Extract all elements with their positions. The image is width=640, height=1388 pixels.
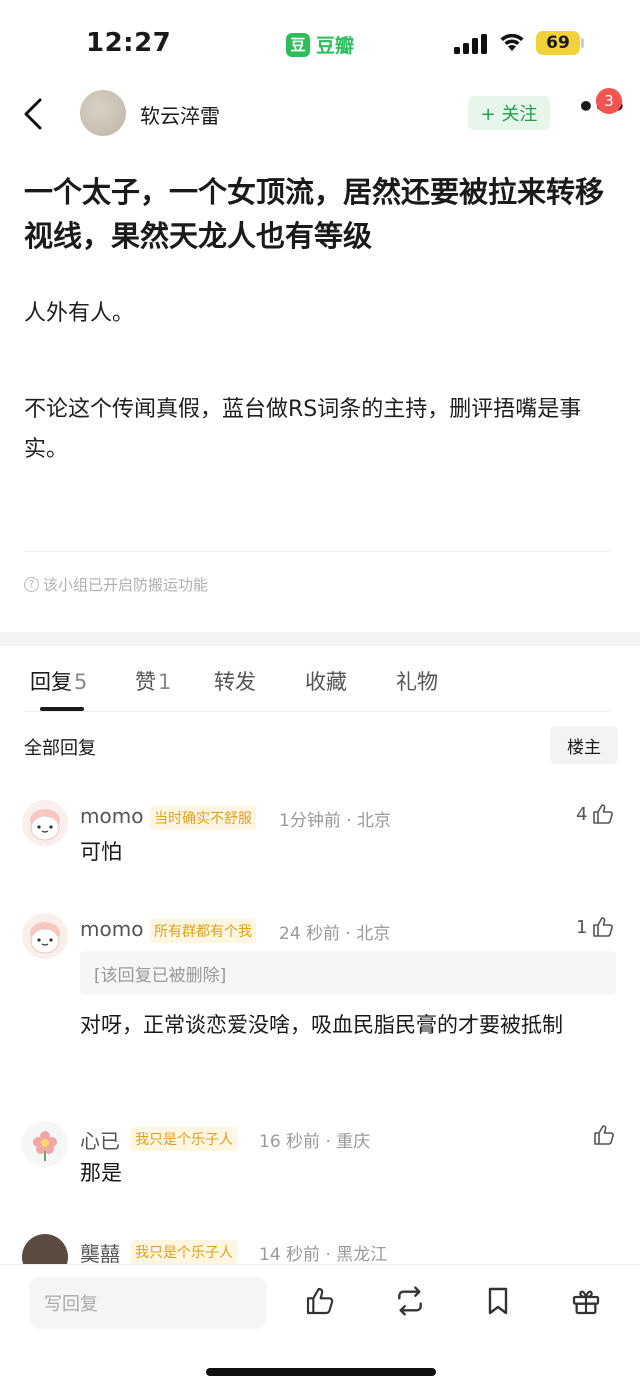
- tab-likes[interactable]: 赞1: [135, 666, 171, 696]
- cute-face-icon: [30, 809, 60, 841]
- commenter-name[interactable]: momo: [80, 917, 143, 941]
- follow-button[interactable]: + 关注: [468, 96, 550, 130]
- back-arrow-icon[interactable]: [20, 96, 46, 132]
- group-tag: 当时确实不舒服: [150, 806, 256, 830]
- reply-input[interactable]: 写回复: [30, 1277, 266, 1329]
- status-time: 12:27: [86, 28, 172, 58]
- comment-text: 那是: [80, 1161, 122, 1185]
- question-circle-icon: ?: [24, 577, 39, 592]
- thumbs-up-icon: [593, 917, 614, 937]
- home-indicator: [206, 1368, 436, 1376]
- author-avatar[interactable]: [80, 90, 126, 136]
- wifi-icon: [500, 33, 524, 51]
- group-tag: 所有群都有个我: [150, 919, 256, 943]
- tab-label: 收藏: [305, 670, 347, 694]
- tab-label: 回复: [30, 670, 72, 694]
- quoted-deleted-reply: [该回复已被删除]: [80, 951, 616, 995]
- comment-text: 对呀，正常谈恋爱没啥，吸血民脂民膏的才要被抵制: [80, 1013, 563, 1037]
- author-name[interactable]: 软云淬雷: [140, 100, 220, 129]
- battery-indicator: 69: [536, 31, 580, 55]
- comment-like-button[interactable]: 1: [576, 915, 615, 939]
- bookmark-icon[interactable]: [482, 1285, 514, 1317]
- comment-like-button[interactable]: [592, 1123, 616, 1147]
- tab-label: 转发: [214, 670, 256, 694]
- notice-text: 该小组已开启防搬运功能: [43, 576, 209, 594]
- tab-gifts[interactable]: 礼物: [396, 666, 438, 696]
- commenter-avatar[interactable]: [22, 913, 68, 959]
- thumbs-up-icon: [593, 804, 614, 824]
- comment-meta: 16 秒前 · 重庆: [259, 1132, 371, 1152]
- section-separator: [0, 632, 640, 646]
- flower-icon: [33, 1131, 57, 1161]
- post-paragraph: 不论这个传闻真假，蓝台做RS词条的主持，删评捂嘴是事实。: [24, 397, 582, 462]
- post-nav-bar: 软云淬雷 + 关注 •••: [0, 88, 640, 140]
- repost-icon[interactable]: [394, 1285, 426, 1317]
- divider: [24, 551, 610, 552]
- divider: [24, 711, 610, 712]
- gift-icon[interactable]: [570, 1285, 602, 1317]
- notification-badge: 3: [596, 88, 622, 114]
- tab-replies[interactable]: 回复5: [30, 666, 87, 696]
- status-bar: 12:27 豆 豆瓣 69: [0, 0, 640, 88]
- group-tag: 我只是个乐子人: [131, 1240, 237, 1264]
- post-tabs: 回复5 赞1 转发 收藏 礼物: [0, 646, 640, 712]
- post-paragraph: 人外有人。: [24, 301, 135, 326]
- comment-like-button[interactable]: 4: [576, 802, 615, 826]
- commenter-avatar[interactable]: [22, 1121, 68, 1167]
- app-name: 豆瓣: [316, 35, 355, 57]
- commenter-name[interactable]: 心已: [80, 1125, 120, 1154]
- douban-logo-icon: 豆: [286, 32, 310, 57]
- battery-tip: [581, 38, 584, 48]
- all-replies-label: 全部回复: [24, 738, 96, 759]
- like-icon[interactable]: [304, 1285, 336, 1317]
- commenter-avatar[interactable]: [22, 800, 68, 846]
- tab-label: 赞: [135, 670, 156, 694]
- comment-meta: 14 秒前 · 黑龙江: [259, 1245, 388, 1265]
- tab-count: 1: [158, 670, 172, 694]
- op-only-filter-button[interactable]: 楼主: [550, 726, 618, 764]
- comment-meta: 24 秒前 · 北京: [279, 924, 391, 944]
- commenter-name[interactable]: 龑囍: [80, 1238, 120, 1267]
- comment-meta: 1分钟前 · 北京: [279, 811, 392, 831]
- commenter-name[interactable]: momo: [80, 804, 143, 828]
- app-indicator: 豆 豆瓣: [286, 31, 354, 58]
- thumbs-up-icon: [594, 1125, 614, 1145]
- comment-text: 可怕: [80, 840, 122, 864]
- post-title: 一个太子，一个女顶流，居然还要被拉来转移视线，果然天龙人也有等级: [24, 175, 605, 253]
- group-tag: 我只是个乐子人: [131, 1127, 237, 1151]
- cellular-signal-icon: [454, 34, 487, 54]
- anti-repost-notice: ? 该小组已开启防搬运功能: [24, 574, 208, 595]
- like-count: 4: [576, 803, 588, 825]
- like-count: 1: [576, 916, 588, 938]
- tab-label: 礼物: [396, 670, 438, 694]
- tab-reposts[interactable]: 转发: [214, 666, 256, 696]
- cute-face-icon: [30, 922, 60, 954]
- tab-collections[interactable]: 收藏: [305, 666, 347, 696]
- tab-count: 5: [74, 670, 88, 694]
